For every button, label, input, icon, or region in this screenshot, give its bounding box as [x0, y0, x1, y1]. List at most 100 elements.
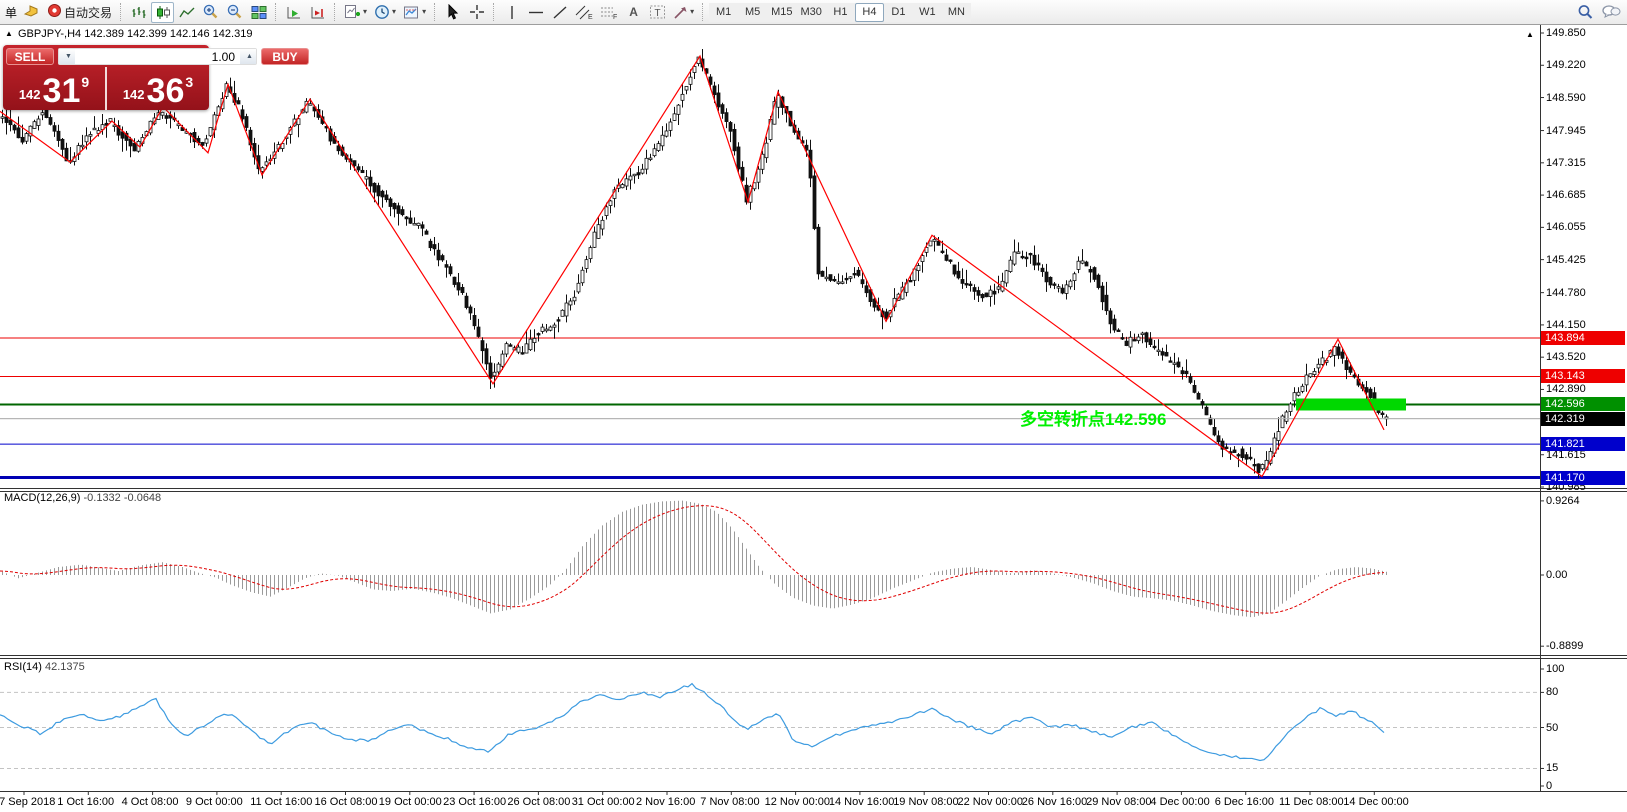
new-chart-button[interactable]: ▾ [341, 2, 370, 23]
toolbar-separator [434, 3, 436, 21]
time-tick-label: 14 Nov 16:00 [829, 796, 894, 808]
timeframe-button-h4[interactable]: H4 [855, 3, 884, 22]
price-tick-label: 147.315 [1546, 157, 1586, 169]
time-tick-label: 1 Oct 16:00 [57, 796, 114, 808]
rsi-axis-label: 0 [1546, 780, 1552, 792]
sell-price[interactable]: 142 31 9 [3, 67, 107, 110]
vertical-line-icon [505, 5, 519, 20]
time-tick-label: 12 Nov 00:00 [765, 796, 830, 808]
timeframe-button-mn[interactable]: MN [942, 3, 971, 22]
timeframe-button-h1[interactable]: H1 [826, 3, 855, 22]
candlestick-chart-icon [155, 5, 171, 20]
rsi-value: 42.1375 [45, 661, 85, 673]
macd-label: MACD(12,26,9) -0.1332 -0.0648 [4, 492, 161, 504]
timeframe-button-d1[interactable]: D1 [884, 3, 913, 22]
time-tick-label: 22 Nov 00:00 [958, 796, 1023, 808]
time-tick-label: 26 Oct 08:00 [507, 796, 570, 808]
price-tick-label: 144.150 [1546, 319, 1586, 331]
macd-axis-label: 0.9264 [1546, 495, 1580, 507]
vertical-line-tool-button[interactable] [500, 2, 523, 23]
time-tick-label: 4 Oct 08:00 [122, 796, 179, 808]
cursor-icon [445, 4, 460, 20]
zoom-out-button[interactable] [223, 2, 246, 23]
channel-tool-button[interactable]: E [572, 2, 596, 23]
quotes-button[interactable] [20, 2, 43, 23]
arrow-shape-icon [673, 5, 688, 20]
chart-shift-button[interactable] [306, 2, 329, 23]
timeframe-button-m1[interactable]: M1 [709, 3, 738, 22]
chart-canvas[interactable] [0, 0, 1627, 812]
horizontal-line-tool-button[interactable] [524, 2, 547, 23]
buy-price-sup: 3 [185, 74, 193, 90]
sell-button[interactable]: SELL [6, 48, 54, 65]
time-tick-label: 29 Nov 08:00 [1086, 796, 1151, 808]
rsi-label: RSI(14) 42.1375 [4, 661, 85, 673]
chat-button[interactable] [1598, 2, 1624, 23]
text-tool-button[interactable]: A [622, 2, 645, 23]
trendline-tool-button[interactable] [548, 2, 571, 23]
auto-scroll-button[interactable] [282, 2, 305, 23]
label-tool-button[interactable]: T [646, 2, 669, 23]
bar-chart-icon [131, 5, 147, 20]
chevron-down-icon: ▾ [690, 8, 694, 16]
trade-panel-toggle[interactable]: ▲ [5, 29, 13, 38]
volume-decrease-button[interactable]: ▼ [59, 49, 75, 64]
line-chart-button[interactable] [175, 2, 198, 23]
macd-axis-label: 0.00 [1546, 569, 1567, 581]
time-tick-label: 26 Nov 16:00 [1022, 796, 1087, 808]
new-order-button[interactable]: 单 [3, 4, 19, 21]
price-tick-label: 147.945 [1546, 125, 1586, 137]
buy-price[interactable]: 142 36 3 [107, 67, 209, 110]
cursor-tool-button[interactable] [441, 2, 464, 23]
autotrading-button[interactable]: 自动交易 [44, 2, 115, 23]
buy-button[interactable]: BUY [261, 48, 309, 65]
bar-chart-button[interactable] [127, 2, 150, 23]
fibonacci-icon: F [600, 5, 618, 20]
price-tick-label: 145.425 [1546, 254, 1586, 266]
volume-increase-button[interactable]: ▲ [240, 49, 256, 64]
time-tick-label: 2 Nov 16:00 [636, 796, 695, 808]
candlestick-chart-button[interactable] [151, 2, 174, 23]
price-tick-label: 149.850 [1546, 27, 1586, 39]
svg-text:T: T [655, 8, 661, 19]
chart-title: GBPJPY-,H4 142.389 142.399 142.146 142.3… [18, 28, 252, 40]
time-tick-label: 19 Oct 00:00 [379, 796, 442, 808]
price-level-label: 141.821 [1541, 437, 1625, 451]
templates-button[interactable]: ▾ [400, 2, 429, 23]
price-level-label: 142.319 [1541, 412, 1625, 426]
text-label-icon: T [649, 4, 666, 20]
zoom-out-icon [226, 4, 243, 20]
search-button[interactable] [1574, 2, 1597, 23]
periods-button[interactable]: ▾ [371, 2, 399, 23]
crosshair-tool-button[interactable] [465, 2, 488, 23]
timeframe-button-m5[interactable]: M5 [738, 3, 767, 22]
quotes-icon [23, 3, 40, 21]
rsi-axis-label: 50 [1546, 722, 1558, 734]
sell-price-sup: 9 [81, 74, 89, 90]
time-tick-label: 7 Nov 08:00 [700, 796, 759, 808]
tile-windows-button[interactable] [247, 2, 270, 23]
zoom-in-button[interactable] [199, 2, 222, 23]
equidistant-channel-icon: E [575, 5, 593, 20]
time-tick-label: 11 Dec 08:00 [1279, 796, 1344, 808]
chevron-down-icon: ▾ [363, 8, 367, 16]
volume-input[interactable] [75, 49, 240, 64]
time-tick-label: 27 Sep 2018 [0, 796, 55, 808]
timeframe-button-w1[interactable]: W1 [913, 3, 942, 22]
sell-price-prefix: 142 [19, 87, 41, 102]
price-level-label: 143.143 [1541, 369, 1625, 383]
toolbar-separator [120, 3, 122, 21]
time-tick-label: 11 Oct 16:00 [250, 796, 312, 808]
new-chart-icon [344, 4, 361, 20]
svg-text:E: E [588, 14, 593, 20]
one-click-trade-panel: SELL ▼ ▲ BUY 142 31 9 142 36 3 [3, 45, 209, 110]
templates-icon [403, 5, 420, 20]
timeframe-button-m15[interactable]: M15 [767, 3, 796, 22]
rsi-axis-label: 80 [1546, 686, 1558, 698]
time-tick-label: 16 Oct 08:00 [315, 796, 378, 808]
trendline-icon [552, 5, 568, 20]
timeframe-button-m30[interactable]: M30 [797, 3, 826, 22]
arrows-tool-button[interactable]: ▾ [670, 2, 697, 23]
search-icon [1577, 4, 1594, 20]
fibonacci-tool-button[interactable]: F [597, 2, 621, 23]
